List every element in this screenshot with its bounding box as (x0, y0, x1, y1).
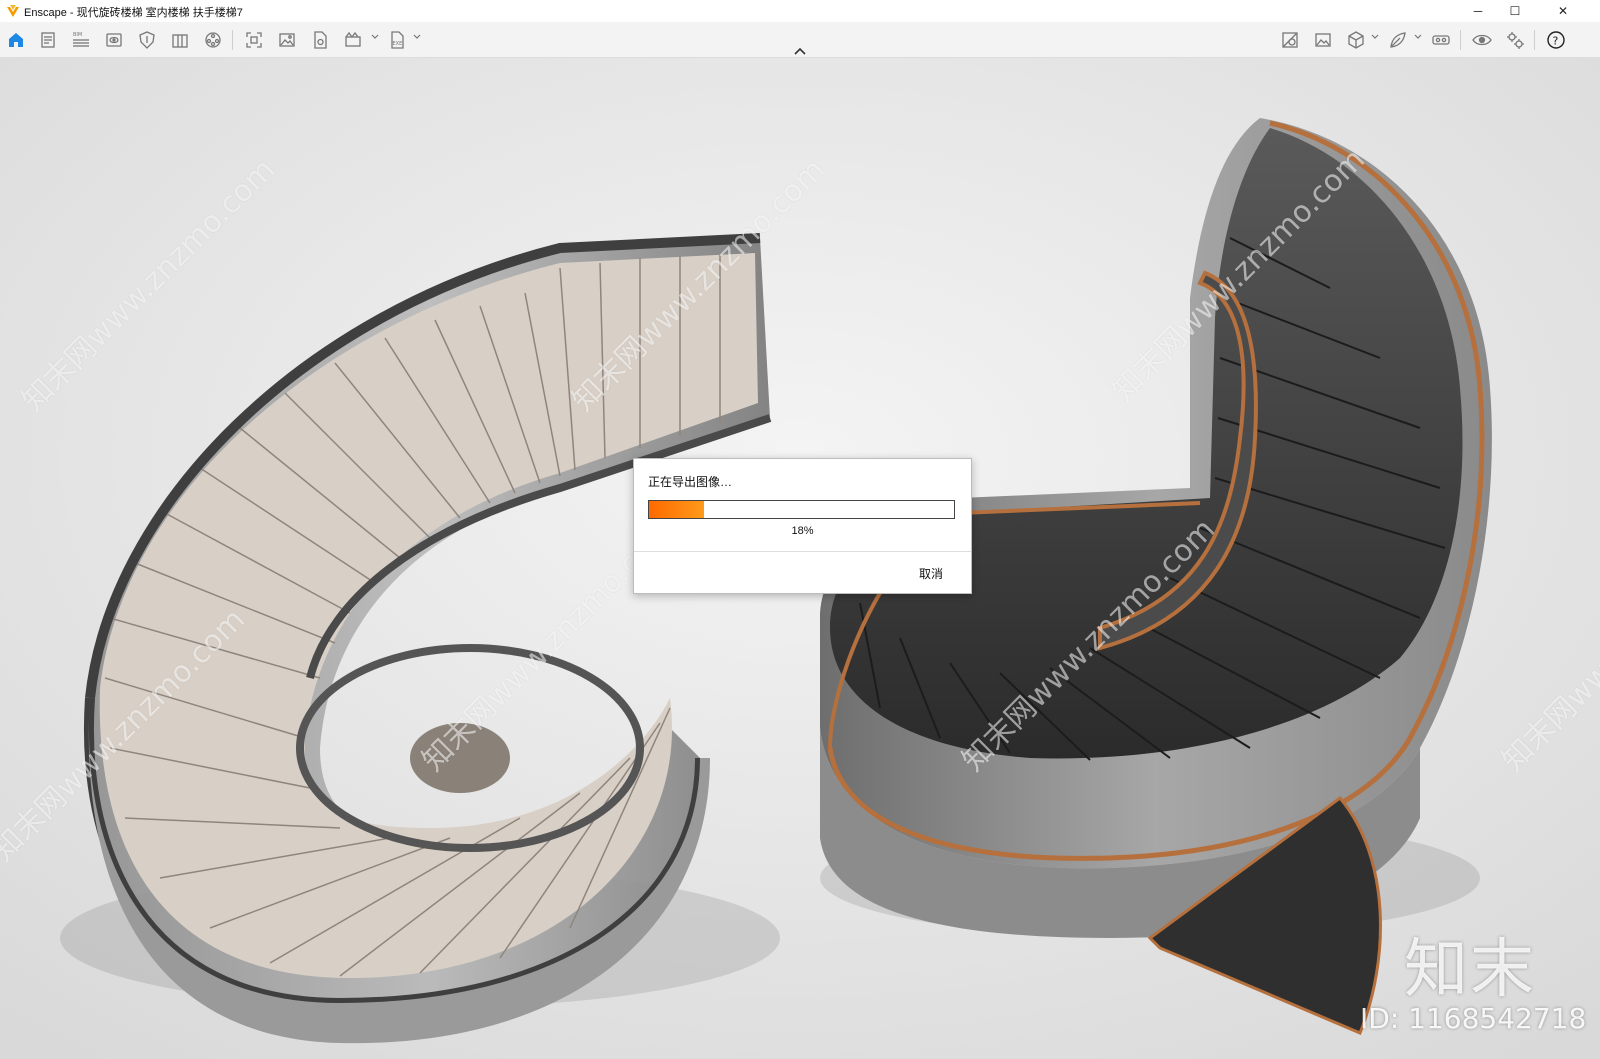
chevron-down-icon (1371, 34, 1379, 39)
progress-fill (649, 501, 704, 518)
vr-headset-icon (1432, 35, 1450, 45)
film-reel-button[interactable] (201, 28, 225, 52)
visibility-icon (1472, 34, 1492, 46)
chevron-down-icon (1414, 34, 1422, 39)
screenshot-button[interactable] (242, 28, 266, 52)
title-bar: Enscape - 现代旋砖楼梯 室内楼梯 扶手楼梯7 ─ ☐ ✕ (0, 0, 1600, 22)
toolbar-separator (1534, 30, 1535, 50)
enscape-logo-icon (7, 5, 19, 17)
help-icon: ? (1547, 31, 1565, 49)
toolbar-separator (232, 30, 233, 50)
svg-text:?: ? (1553, 35, 1559, 48)
svg-text:EXE: EXE (393, 41, 403, 47)
batch-render-button[interactable] (341, 28, 365, 52)
export-progress-dialog: 正在导出图像… 18% 取消 (633, 458, 972, 594)
watermark-logo: 知末 (1404, 933, 1536, 1007)
file-export-button[interactable] (308, 28, 332, 52)
progress-label: 18% (791, 525, 814, 537)
cube-dropdown[interactable] (1371, 34, 1379, 44)
chevron-down-icon (413, 34, 421, 39)
leaf-button[interactable] (1386, 28, 1410, 52)
exe-export-button[interactable]: EXE (385, 28, 409, 52)
asset-library-icon (1282, 32, 1298, 48)
view-icon (106, 33, 122, 47)
exe-export-icon: EXE (391, 31, 404, 49)
settings-icon (1507, 32, 1524, 49)
help-button[interactable]: ? (1544, 28, 1568, 52)
asset-library-button[interactable] (1278, 28, 1302, 52)
material-editor-button[interactable] (1311, 28, 1335, 52)
toolbar-separator (1460, 30, 1461, 50)
watermark-id: ID: 1168542718 (1360, 1002, 1587, 1035)
shield-button[interactable] (135, 28, 159, 52)
dialog-title: 正在导出图像… (648, 475, 733, 489)
leaf-icon (1390, 32, 1406, 48)
vr-headset-button[interactable] (1429, 28, 1453, 52)
material-editor-icon (1315, 33, 1331, 47)
batch-render-icon (345, 31, 361, 47)
image-button[interactable] (275, 28, 299, 52)
cube-button[interactable] (1344, 28, 1368, 52)
home-icon (9, 33, 23, 47)
collapse-toolbar-chevron-icon[interactable] (793, 47, 807, 56)
batch-render-dropdown[interactable] (371, 34, 379, 44)
chevron-down-icon (371, 34, 379, 39)
progress-bar (648, 500, 955, 519)
leaf-dropdown[interactable] (1414, 34, 1422, 44)
building-button[interactable] (168, 28, 192, 52)
shield-icon (139, 31, 155, 49)
cube-icon (1348, 31, 1364, 49)
document-icon (41, 32, 55, 48)
window-title: Enscape - 现代旋砖楼梯 室内楼梯 扶手楼梯7 (24, 7, 243, 19)
bim-button[interactable]: BIM (69, 28, 93, 52)
maximize-button[interactable]: ☐ (1492, 0, 1538, 22)
screenshot-icon (246, 32, 262, 48)
svg-text:BIM: BIM (73, 32, 82, 38)
exe-export-dropdown[interactable] (413, 34, 421, 44)
view-button[interactable] (102, 28, 126, 52)
bim-icon: BIM (73, 32, 89, 47)
settings-button[interactable] (1503, 28, 1527, 52)
document-button[interactable] (36, 28, 60, 52)
image-icon (279, 33, 295, 47)
visibility-button[interactable] (1470, 28, 1494, 52)
close-button[interactable]: ✕ (1540, 0, 1586, 22)
dialog-divider (634, 551, 971, 552)
film-reel-icon (205, 32, 221, 48)
file-export-icon (314, 31, 327, 49)
home-button[interactable] (4, 28, 28, 52)
cancel-button[interactable]: 取消 (919, 565, 943, 582)
building-icon (172, 34, 188, 48)
